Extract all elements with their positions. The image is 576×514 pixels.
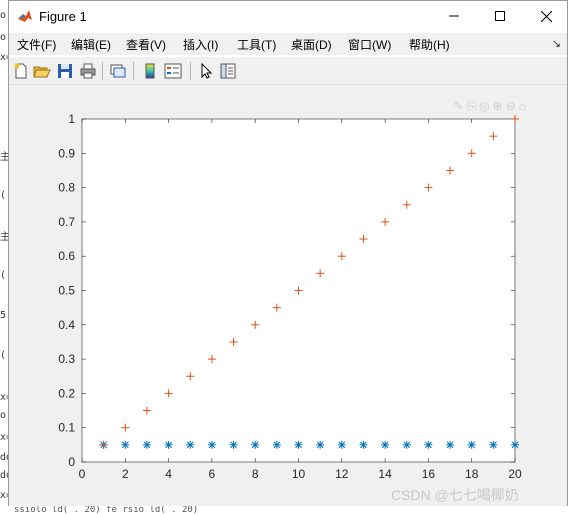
figure-window: Figure 1 文件(F) 编辑(E) 查看(V) 插入(I) 工具(T) 桌… (8, 0, 568, 506)
x-tick-label: 10 (292, 467, 306, 481)
star-marker-point (489, 440, 498, 449)
close-icon (540, 10, 552, 22)
toolbar-separator (102, 62, 103, 80)
open-file-icon[interactable] (33, 62, 51, 80)
menu-desktop[interactable]: 桌面(D) (291, 36, 332, 53)
x-tick-label: 12 (335, 467, 349, 481)
colorbar-icon[interactable] (141, 62, 159, 80)
star-marker-point (142, 440, 151, 449)
y-tick-label: 0.2 (58, 386, 75, 400)
menu-view[interactable]: 查看(V) (126, 36, 166, 53)
plot-axes[interactable]: 0 2 4 6 8 10 12 14 16 18 20 0 0.1 0.2 0.3 0.4 0.5 0.6 0.7 0… (9, 85, 567, 506)
star-marker-point (424, 440, 433, 449)
star-marker-point (337, 440, 346, 449)
background-code-line: ssiolo ld( . 20) fe rsio ld( . 20) (14, 506, 199, 514)
y-tick-label: 0.9 (58, 146, 75, 160)
x-tick-label: 20 (508, 467, 522, 481)
menu-file[interactable]: 文件(F) (17, 36, 56, 53)
close-button[interactable] (523, 1, 569, 31)
pointer-icon[interactable] (197, 62, 215, 80)
toolbar-separator (133, 62, 134, 80)
menu-bar: 文件(F) 编辑(E) 查看(V) 插入(I) 工具(T) 桌面(D) 窗口(W… (9, 33, 567, 55)
star-marker-point (511, 440, 519, 449)
x-tick-label: 6 (209, 467, 216, 481)
maximize-button[interactable] (477, 1, 523, 31)
toolbar-separator (190, 62, 191, 80)
background-text-fragment: o (0, 410, 7, 421)
star-marker-point (294, 440, 303, 449)
matlab-logo-icon (17, 8, 33, 24)
y-tick-label: 0.7 (58, 215, 75, 229)
menu-help[interactable]: 帮助(H) (409, 36, 450, 53)
watermark-text: CSDN @七七喝椰奶 (391, 487, 519, 503)
menu-window[interactable]: 窗口(W) (348, 36, 391, 53)
background-text-fragment: o (0, 32, 7, 43)
y-tick-label: 0.8 (58, 181, 75, 195)
background-text-fragment: 5 (0, 310, 7, 321)
star-marker-point (121, 440, 130, 449)
background-text-fragment: ( (0, 190, 7, 201)
print-icon[interactable] (79, 62, 97, 80)
menu-tools[interactable]: 工具(T) (237, 36, 276, 53)
figure-toolbar (9, 57, 567, 85)
x-tick-label: 16 (422, 467, 436, 481)
save-icon[interactable] (56, 62, 74, 80)
y-tick-label: 0.3 (58, 352, 75, 366)
property-inspector-icon[interactable] (219, 62, 237, 80)
dock-figure-icon[interactable]: ↘ (552, 37, 561, 50)
x-tick-label: 2 (122, 467, 129, 481)
star-marker-point (251, 440, 260, 449)
maximize-icon (495, 11, 505, 21)
star-marker-point (186, 440, 195, 449)
menu-insert[interactable]: 插入(I) (183, 36, 218, 53)
y-tick-label: 0.6 (58, 249, 75, 263)
star-marker-point (402, 440, 411, 449)
star-marker-point (467, 440, 476, 449)
background-text-fragment: ( (0, 270, 7, 281)
star-marker-point (381, 440, 390, 449)
y-tick-label: 0 (68, 455, 75, 469)
x-tick-label: 8 (252, 467, 259, 481)
y-tick-label: 0.4 (58, 318, 75, 332)
star-marker-point (207, 440, 216, 449)
figure-canvas: ✎⎘◎⊕⊖⌂ 0 2 4 6 8 10 12 14 16 18 20 0 0.1 0.2 0.3 0.4 0.5… (9, 85, 567, 506)
y-tick-label: 1 (68, 112, 75, 126)
menu-edit[interactable]: 编辑(E) (71, 36, 111, 53)
y-tick-label: 0.1 (58, 421, 75, 435)
star-marker-point (359, 440, 368, 449)
x-tick-label: 18 (465, 467, 479, 481)
minimize-button[interactable] (431, 1, 477, 31)
link-plot-icon[interactable] (109, 62, 127, 80)
window-title: Figure 1 (39, 9, 87, 24)
legend-icon[interactable] (164, 62, 182, 80)
star-marker-point (316, 440, 325, 449)
x-tick-label: 14 (378, 467, 392, 481)
star-marker-point (272, 440, 281, 449)
y-tick-label: 0.5 (58, 284, 75, 298)
x-tick-label: 0 (79, 467, 86, 481)
background-text-fragment: o (0, 10, 7, 21)
minimize-icon (449, 15, 459, 17)
x-tick-label: 4 (165, 467, 172, 481)
title-bar[interactable]: Figure 1 (9, 1, 567, 31)
star-marker-point (446, 440, 455, 449)
new-figure-icon[interactable] (12, 62, 30, 80)
star-marker-point (164, 440, 173, 449)
star-marker-point (229, 440, 238, 449)
background-text-fragment: ( (0, 350, 7, 361)
